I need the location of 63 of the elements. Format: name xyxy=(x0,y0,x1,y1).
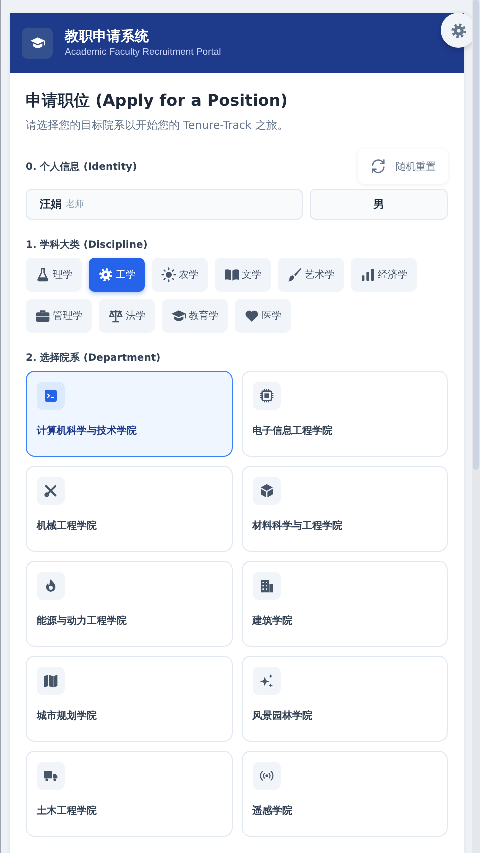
page-title: 申请职位 (Apply for a Position) xyxy=(26,91,289,112)
department-name: 电子信息工程学院 xyxy=(252,424,334,438)
app-subtitle: Academic Faculty Recruitment Portal xyxy=(65,47,222,58)
discipline-chip[interactable]: 文学 xyxy=(215,258,271,292)
cube-icon xyxy=(258,483,274,499)
department-card[interactable]: 遥感学院 xyxy=(242,751,448,837)
department-name: 风景园林学院 xyxy=(252,710,314,723)
discipline-chip[interactable]: 法学 xyxy=(99,299,155,333)
graduation-cap-icon xyxy=(171,308,187,324)
department-name: 计算机科学与技术学院 xyxy=(37,424,138,438)
book-icon xyxy=(224,267,240,283)
refresh-icon xyxy=(370,158,387,175)
department-card[interactable]: 材料科学与工程学院 xyxy=(242,466,448,552)
gender-field[interactable]: 男 xyxy=(310,189,448,220)
map-icon xyxy=(43,673,59,689)
bar-chart-icon xyxy=(360,267,376,283)
graduation-cap-icon xyxy=(30,35,46,51)
section-label: 2. 选择院系 (Department) xyxy=(26,352,162,365)
name-field[interactable]: 汪娟 老师 xyxy=(26,189,303,220)
department-card[interactable]: 电子信息工程学院 xyxy=(242,371,448,457)
discipline-chip[interactable]: 理学 xyxy=(26,258,82,292)
department-name: 土木工程学院 xyxy=(37,804,98,818)
department-name: 材料科学与工程学院 xyxy=(252,520,344,533)
heart-icon xyxy=(244,308,260,324)
gear-icon xyxy=(98,267,114,283)
scrollbar-thumb[interactable] xyxy=(473,0,479,470)
signal-icon xyxy=(258,768,274,784)
tools-icon xyxy=(43,483,59,499)
discipline-chip[interactable]: 经济学 xyxy=(351,258,417,292)
department-name: 建筑学院 xyxy=(252,614,294,628)
building-icon xyxy=(258,578,274,594)
discipline-chip[interactable]: 农学 xyxy=(152,258,208,292)
department-card[interactable]: 风景园林学院 xyxy=(242,656,448,742)
chip-icon xyxy=(258,388,274,404)
page-subtitle: 请选择您的目标院系以开始您的 Tenure-Track 之旅。 xyxy=(26,118,290,133)
department-card[interactable]: 机械工程学院 xyxy=(26,466,232,552)
department-name: 城市规划学院 xyxy=(37,709,98,723)
scale-icon xyxy=(108,308,124,324)
department-card[interactable]: 计算机科学与技术学院 xyxy=(26,371,232,457)
reset-button[interactable]: 随机重置 xyxy=(358,149,448,184)
settings-icon xyxy=(450,22,468,40)
discipline-chip[interactable]: 教育学 xyxy=(162,299,228,333)
app-title: 教职申请系统 xyxy=(65,28,150,46)
discipline-chip[interactable]: 医学 xyxy=(235,299,291,333)
discipline-chip[interactable]: 管理学 xyxy=(26,299,92,333)
scrollbar-track[interactable] xyxy=(472,0,480,853)
section-label: 1. 学科大类 (Discipline) xyxy=(26,238,149,252)
department-card[interactable]: 建筑学院 xyxy=(242,561,448,647)
department-card[interactable]: 能源与动力工程学院 xyxy=(26,561,232,647)
briefcase-icon xyxy=(35,308,51,324)
department-card[interactable]: 城市规划学院 xyxy=(26,656,232,742)
section-label: 0. 个人信息 (Identity) xyxy=(26,160,138,174)
department-name: 遥感学院 xyxy=(252,804,294,818)
discipline-chip[interactable]: 艺术学 xyxy=(278,258,344,292)
department-card[interactable]: 土木工程学院 xyxy=(26,751,232,837)
department-name: 能源与动力工程学院 xyxy=(37,614,128,628)
flask-icon xyxy=(35,267,51,283)
sun-icon xyxy=(161,267,177,283)
brush-icon xyxy=(287,267,303,283)
department-name: 机械工程学院 xyxy=(37,520,98,533)
discipline-chip[interactable]: 工学 xyxy=(89,258,145,292)
sparkles-icon xyxy=(258,673,274,689)
terminal-icon xyxy=(43,388,59,404)
